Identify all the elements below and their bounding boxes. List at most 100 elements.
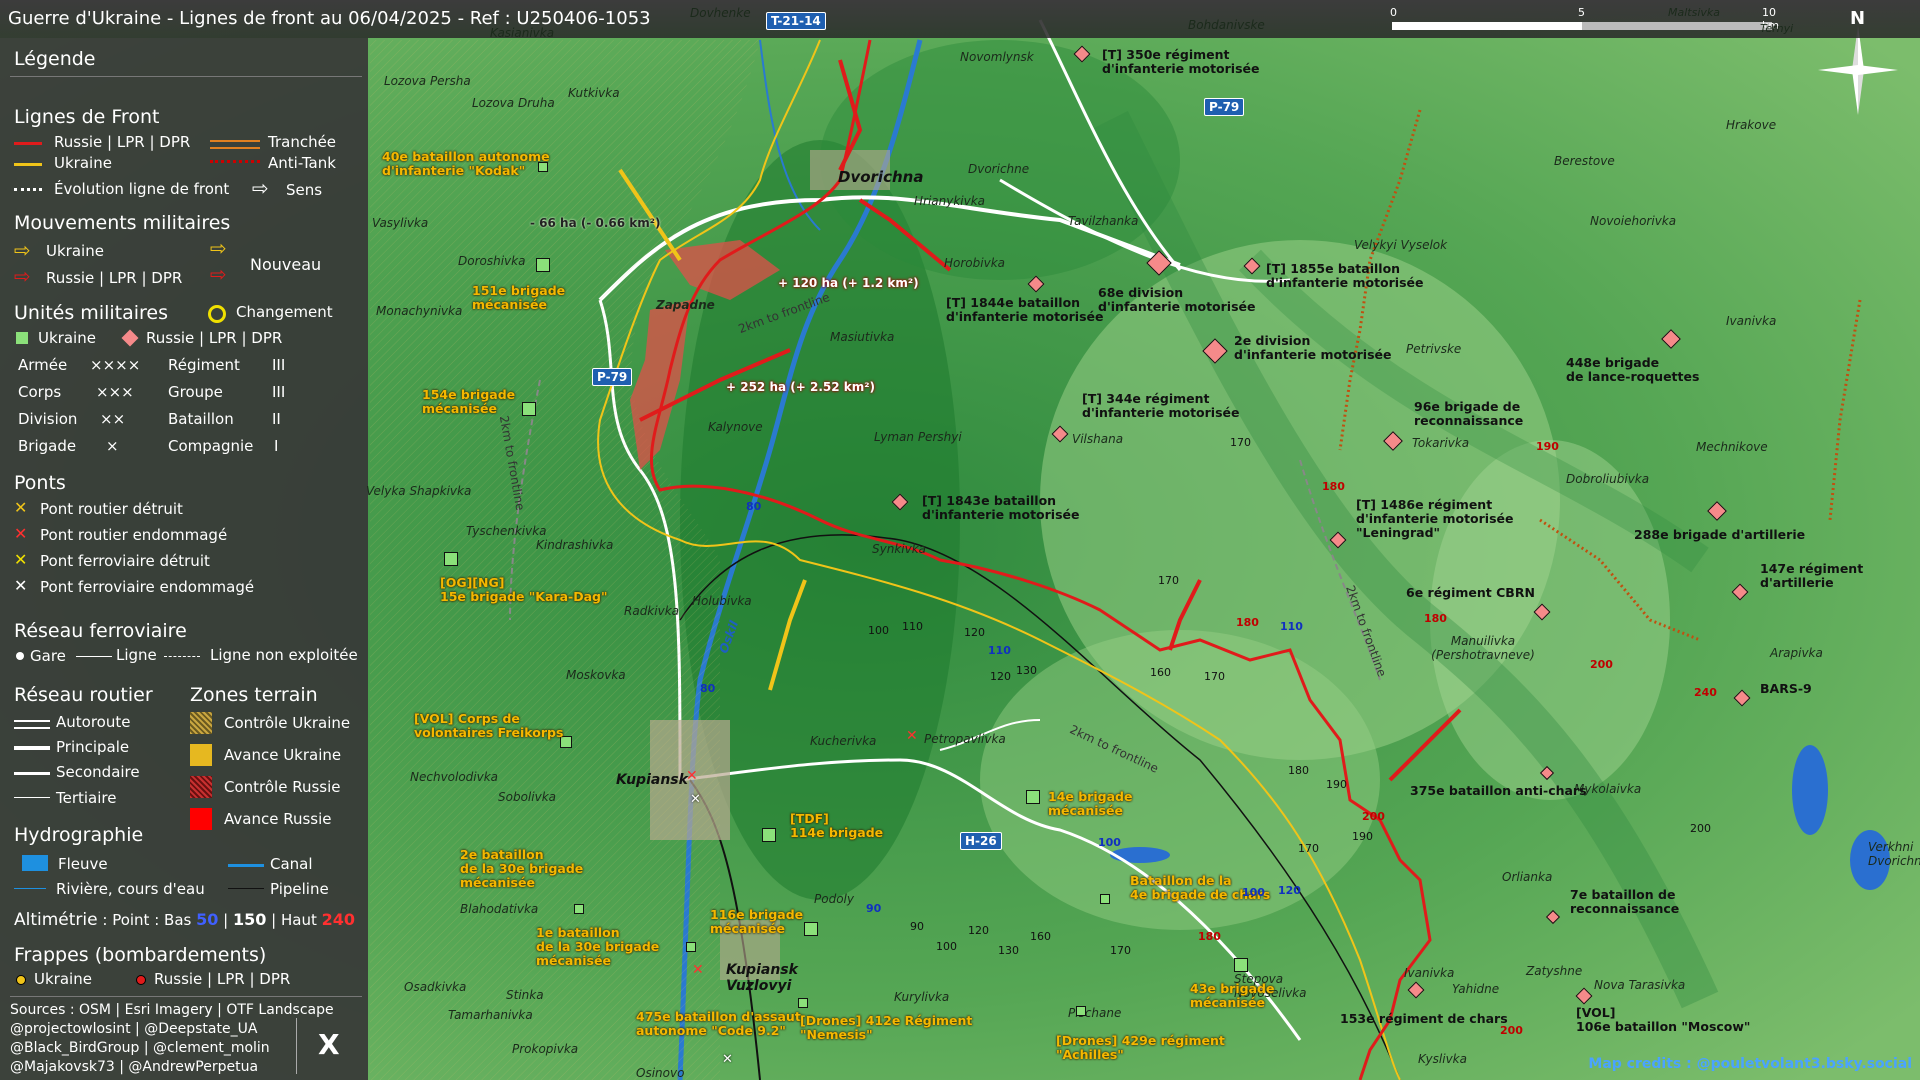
altimetry-label: Altimétrie [14, 910, 98, 930]
elevation-point: 200 [1500, 1024, 1523, 1037]
russia-unit-label: 147e régiment d'artillerie [1760, 561, 1864, 590]
place-label: Tokarivka [1412, 436, 1470, 450]
legend-terrain-2: Avance Ukraine [224, 746, 342, 764]
place-label: Kindrashivka [536, 538, 614, 552]
place-label: Kyslivka [1418, 1052, 1467, 1066]
ukraine-unit-marker[interactable] [804, 922, 818, 936]
ukraine-unit-marker[interactable] [1100, 894, 1110, 904]
unit-echelon-brigade-symbol: × [106, 437, 119, 455]
ukraine-advance-swatch [190, 744, 212, 766]
ukraine-unit-marker[interactable] [522, 402, 536, 416]
river-swatch [22, 855, 48, 871]
elevation-point: 200 [1690, 822, 1711, 835]
elevation-point: 100 [1242, 886, 1265, 899]
rail-bridge-damaged-icon[interactable]: ✕ [722, 1052, 733, 1067]
russia-unit-label: BARS-9 [1760, 681, 1812, 696]
ukraine-unit-marker[interactable] [686, 942, 696, 952]
elevation-point: 170 [1110, 944, 1131, 957]
ukraine-line-swatch [14, 163, 42, 166]
ukraine-unit-marker[interactable] [798, 998, 808, 1008]
unit-echelon-army: Armée [18, 356, 68, 374]
legend-hydro-head: Hydrographie [14, 824, 144, 846]
ukraine-unit-label: [OG][NG] 15e brigade "Kara-Dag" [440, 575, 608, 604]
road-bridge-damaged-icon[interactable]: ✕ [686, 768, 698, 784]
ukraine-unit-label: 40e bataillon autonome d'infanterie "Kod… [382, 149, 550, 178]
ukraine-unit-label: 1e bataillon de la 30e brigade mécanisée [536, 925, 660, 968]
source-line-3: @Black_BirdGroup | @clement_molin [10, 1040, 270, 1056]
place-label: Yahidne [1452, 982, 1500, 996]
ukraine-arrow-icon: ⇨ [14, 238, 31, 262]
ukraine-unit-marker[interactable] [444, 552, 458, 566]
place-label: Holubivka [692, 594, 752, 608]
place-label: Blahodativka [460, 902, 539, 916]
legend-terrain-4: Avance Russie [224, 810, 332, 828]
rail-line-swatch [76, 656, 112, 657]
altimetry-sep2: | Haut [266, 911, 322, 929]
place-label: Tamarhanivka [448, 1008, 533, 1022]
elevation-point: 180 [1322, 480, 1345, 493]
place-label: Nechvolodivka [410, 770, 499, 784]
place-label: Lozova Persha [384, 74, 471, 88]
ukraine-unit-label: 151e brigade mécanisée [472, 283, 566, 312]
legend-hydro-fleuve: Fleuve [58, 855, 108, 873]
elevation-point: 90 [910, 920, 924, 933]
elevation-point: 130 [1016, 664, 1037, 677]
place-label: Kalynove [708, 420, 763, 434]
city-dvorichna: Dvorichna [838, 168, 924, 186]
russia-unit-label: 96e brigade de reconnaissance [1414, 399, 1524, 428]
road-bridge-damaged-icon[interactable]: ✕ [906, 728, 918, 744]
place-label: Petropavlivka [924, 732, 1006, 746]
elevation-point: 120 [964, 626, 985, 639]
ukraine-unit-marker[interactable] [1076, 1006, 1086, 1016]
x-logo-icon[interactable]: X [318, 1028, 340, 1061]
rail-bridge-damaged-icon[interactable]: ✕ [690, 792, 701, 807]
road-bridge-damaged-icon: ✕ [14, 524, 28, 543]
place-label: Synkivka [872, 542, 927, 556]
ukraine-control-swatch [190, 712, 212, 734]
legend-rail-station: Gare [30, 647, 66, 665]
place-label: Novomlynsk [960, 50, 1034, 64]
unit-echelon-company: Compagnie [168, 437, 254, 455]
x-divider [296, 1018, 297, 1074]
legend-header: Légende [14, 48, 96, 70]
legend-strikes-russia: Russie | LPR | DPR [154, 970, 291, 988]
place-label: Ivanivka [1404, 966, 1455, 980]
elevation-point: 110 [1280, 620, 1303, 633]
legend-units-ukraine: Ukraine [38, 329, 96, 347]
ukraine-unit-label: 116e brigade mécanisée [710, 907, 804, 936]
place-label: Dobroliubivka [1566, 472, 1650, 486]
legend-direction: Sens [286, 181, 323, 199]
ukraine-unit-marker[interactable] [1026, 790, 1040, 804]
elevation-point: 120 [1278, 884, 1301, 897]
elevation-point: 120 [968, 924, 989, 937]
place-label: Sobolivka [498, 790, 556, 804]
place-label: Lozova Druha [472, 96, 555, 110]
russia-unit-label: 68e division d'infanterie motorisée [1098, 285, 1256, 314]
place-label: Velyka Shapkivka [366, 484, 472, 498]
ukraine-unit-marker[interactable] [536, 258, 550, 272]
unit-echelon-company-symbol: I [274, 437, 279, 455]
unit-echelon-group: Groupe [168, 383, 223, 401]
russia-unit-label: [T] 350e régiment d'infanterie motorisée [1102, 47, 1260, 76]
legend-roads-head: Réseau routier [14, 684, 153, 706]
russia-unit-label: 6e régiment CBRN [1406, 585, 1535, 600]
elevation-point: 190 [1352, 830, 1373, 843]
elevation-point: 200 [1362, 810, 1385, 823]
ukraine-unit-marker[interactable] [574, 904, 584, 914]
russia-arrow-icon: ⇨ [14, 264, 31, 288]
place-label: Novoiehorivka [1590, 214, 1677, 228]
road-shield-p79-west: P-79 [592, 368, 633, 386]
russia-unit-label: 448e brigade de lance-roquettes [1566, 355, 1700, 384]
place-label: Petrivske [1406, 342, 1462, 356]
tertiary-road-swatch [14, 797, 50, 798]
ukraine-unit-marker[interactable] [762, 828, 776, 842]
place-label: Hrianykivka [914, 194, 986, 208]
elevation-point: 110 [988, 644, 1011, 657]
place-label: Masiutivka [830, 330, 895, 344]
rail-bridge-destroyed-icon: ✕ [14, 550, 28, 569]
place-label: Kasianivka [490, 26, 555, 40]
road-bridge-damaged-icon[interactable]: ✕ [692, 962, 704, 978]
russia-unit-label: 375e bataillon anti-chars [1410, 783, 1587, 798]
ukraine-unit-marker[interactable] [1234, 958, 1248, 972]
ukraine-unit-label: 475e bataillon d'assaut autonome "Code 9… [636, 1009, 801, 1038]
